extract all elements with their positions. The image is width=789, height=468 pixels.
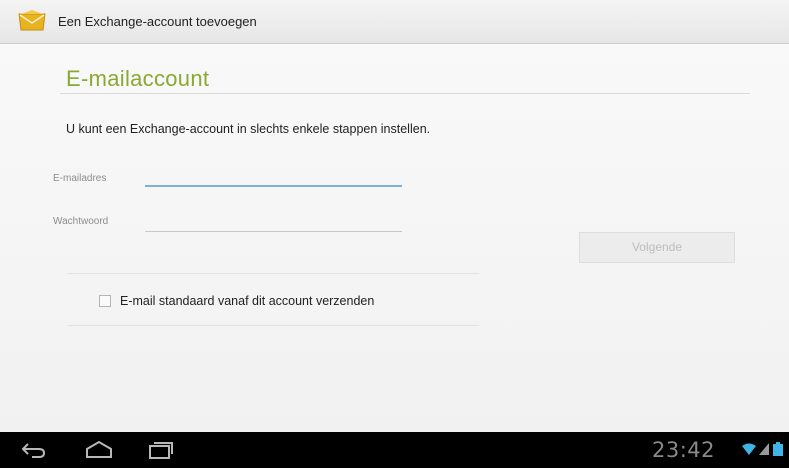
wifi-icon <box>742 443 756 455</box>
form-divider <box>68 273 479 274</box>
signal-icon <box>759 443 769 455</box>
next-button[interactable]: Volgende <box>579 232 735 263</box>
password-field[interactable] <box>145 212 402 232</box>
intro-text: U kunt een Exchange-account in slechts e… <box>66 122 431 136</box>
battery-icon <box>773 442 783 456</box>
recent-apps-icon[interactable] <box>147 440 175 460</box>
default-account-checkbox[interactable] <box>99 295 111 307</box>
system-nav-bar: 23:42 <box>0 432 789 468</box>
action-bar: Een Exchange-account toevoegen <box>0 0 789 44</box>
clock: 23:42 <box>652 438 716 462</box>
section-divider <box>60 93 750 94</box>
screen-title: Een Exchange-account toevoegen <box>58 14 257 29</box>
email-field[interactable] <box>145 167 402 187</box>
email-envelope-icon[interactable] <box>18 10 46 32</box>
default-account-label[interactable]: E-mail standaard vanaf dit account verze… <box>120 294 374 308</box>
email-label: E-mailadres <box>53 173 107 184</box>
back-icon[interactable] <box>20 440 46 460</box>
setup-form: E-mailaccount U kunt een Exchange-accoun… <box>0 44 789 432</box>
section-title: E-mailaccount <box>66 66 210 91</box>
checkbox-divider <box>68 325 479 326</box>
home-icon[interactable] <box>84 440 114 460</box>
password-label: Wachtwoord <box>53 216 109 227</box>
